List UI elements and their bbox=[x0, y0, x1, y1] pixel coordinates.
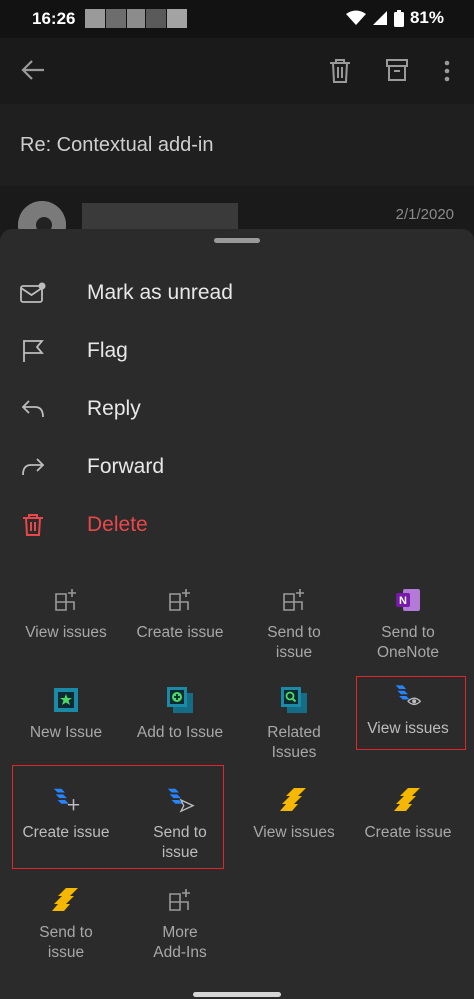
addin-grid-icon bbox=[165, 585, 195, 615]
forward-icon bbox=[20, 454, 46, 480]
addin-more-add-ins[interactable]: More Add-Ins bbox=[125, 885, 235, 963]
mail-unread-icon bbox=[20, 280, 46, 306]
addin-send-to-issue[interactable]: Send to issue bbox=[239, 585, 349, 663]
addin-grid-icon bbox=[51, 585, 81, 615]
flag-label: Flag bbox=[87, 339, 128, 362]
addin-label: More Add-Ins bbox=[153, 924, 207, 961]
mark-unread-label: Mark as unread bbox=[87, 281, 233, 304]
addin-label: New Issue bbox=[29, 724, 103, 741]
delete-item[interactable]: Delete bbox=[0, 496, 474, 554]
addin-label: Send to issue bbox=[267, 624, 321, 661]
reply-item[interactable]: Reply bbox=[0, 380, 474, 438]
addin-label: Create issue bbox=[22, 824, 110, 841]
mark-unread-item[interactable]: Mark as unread bbox=[0, 264, 474, 322]
status-icons: 81% bbox=[345, 8, 444, 28]
addin-jira-send-to-issue[interactable]: Send to issue bbox=[125, 785, 235, 863]
status-time: 16:26 bbox=[32, 9, 76, 28]
addin-label: View issues bbox=[253, 824, 335, 841]
forward-item[interactable]: Forward bbox=[0, 438, 474, 496]
forward-label: Forward bbox=[87, 455, 165, 478]
addin-label: Send to issue bbox=[153, 824, 207, 861]
trash-icon bbox=[20, 512, 46, 538]
redacted-notification bbox=[85, 9, 105, 28]
addin-label: View issues bbox=[367, 720, 449, 737]
addin-new-issue[interactable]: New Issue bbox=[11, 685, 121, 743]
addin-related-issues[interactable]: Related Issues bbox=[239, 685, 349, 763]
addin-view-issues[interactable]: View issues bbox=[11, 585, 121, 643]
wifi-icon bbox=[345, 10, 366, 25]
addin-grid-icon bbox=[165, 885, 195, 915]
reply-icon bbox=[20, 396, 46, 422]
gesture-nav-bar[interactable] bbox=[193, 992, 281, 997]
redacted-sender bbox=[82, 203, 238, 229]
trash-icon[interactable] bbox=[328, 58, 352, 89]
add-to-issue-icon bbox=[165, 685, 195, 715]
flag-icon bbox=[20, 338, 46, 364]
email-subject: Re: Contextual add-in bbox=[20, 134, 214, 156]
addin-label: Send to OneNote bbox=[376, 624, 440, 661]
jira-send-icon bbox=[165, 785, 195, 815]
email-date: 2/1/2020 bbox=[395, 206, 454, 223]
jira-create-icon bbox=[51, 785, 81, 815]
archive-icon[interactable] bbox=[385, 58, 409, 87]
addin-label: Related Issues bbox=[267, 724, 321, 761]
addin-create-issue[interactable]: Create issue bbox=[125, 585, 235, 643]
addin-label: Create issue bbox=[136, 624, 224, 641]
jira-view-icon bbox=[393, 681, 423, 711]
addin-label: View issues bbox=[25, 624, 107, 641]
redacted-notification bbox=[106, 9, 126, 28]
jira-yellow-icon bbox=[51, 885, 81, 915]
back-arrow-icon[interactable] bbox=[20, 58, 46, 87]
addin-grid-icon bbox=[279, 585, 309, 615]
jira-yellow-icon bbox=[393, 785, 423, 815]
addin-jira-view-issues[interactable]: View issues bbox=[353, 681, 463, 739]
addin-jira-yellow-create-issue[interactable]: Create issue bbox=[353, 785, 463, 843]
addin-add-to-issue[interactable]: Add to Issue bbox=[125, 685, 235, 743]
related-issues-icon bbox=[279, 685, 309, 715]
jira-yellow-icon bbox=[279, 785, 309, 815]
redacted-notification bbox=[146, 9, 166, 28]
redacted-notification bbox=[127, 9, 145, 28]
svg-text:N: N bbox=[399, 595, 407, 607]
new-issue-icon bbox=[51, 685, 81, 715]
addin-label: Add to Issue bbox=[136, 724, 224, 741]
addin-label: Send to issue bbox=[39, 924, 93, 961]
more-options-icon[interactable] bbox=[444, 60, 450, 87]
addin-send-to-onenote[interactable]: N Send to OneNote bbox=[353, 585, 463, 663]
flag-item[interactable]: Flag bbox=[0, 322, 474, 380]
delete-label: Delete bbox=[87, 513, 148, 536]
onenote-icon: N bbox=[393, 585, 423, 615]
addin-label: Create issue bbox=[364, 824, 452, 841]
sheet-drag-handle[interactable] bbox=[214, 238, 260, 243]
battery-icon bbox=[393, 9, 404, 27]
reply-label: Reply bbox=[87, 397, 141, 420]
redacted-notification bbox=[167, 9, 187, 28]
signal-icon bbox=[372, 11, 387, 25]
addin-jira-create-issue[interactable]: Create issue bbox=[11, 785, 121, 843]
addin-jira-yellow-send-to-issue[interactable]: Send to issue bbox=[11, 885, 121, 963]
battery-percent: 81% bbox=[409, 8, 444, 27]
addin-jira-yellow-view-issues[interactable]: View issues bbox=[239, 785, 349, 843]
